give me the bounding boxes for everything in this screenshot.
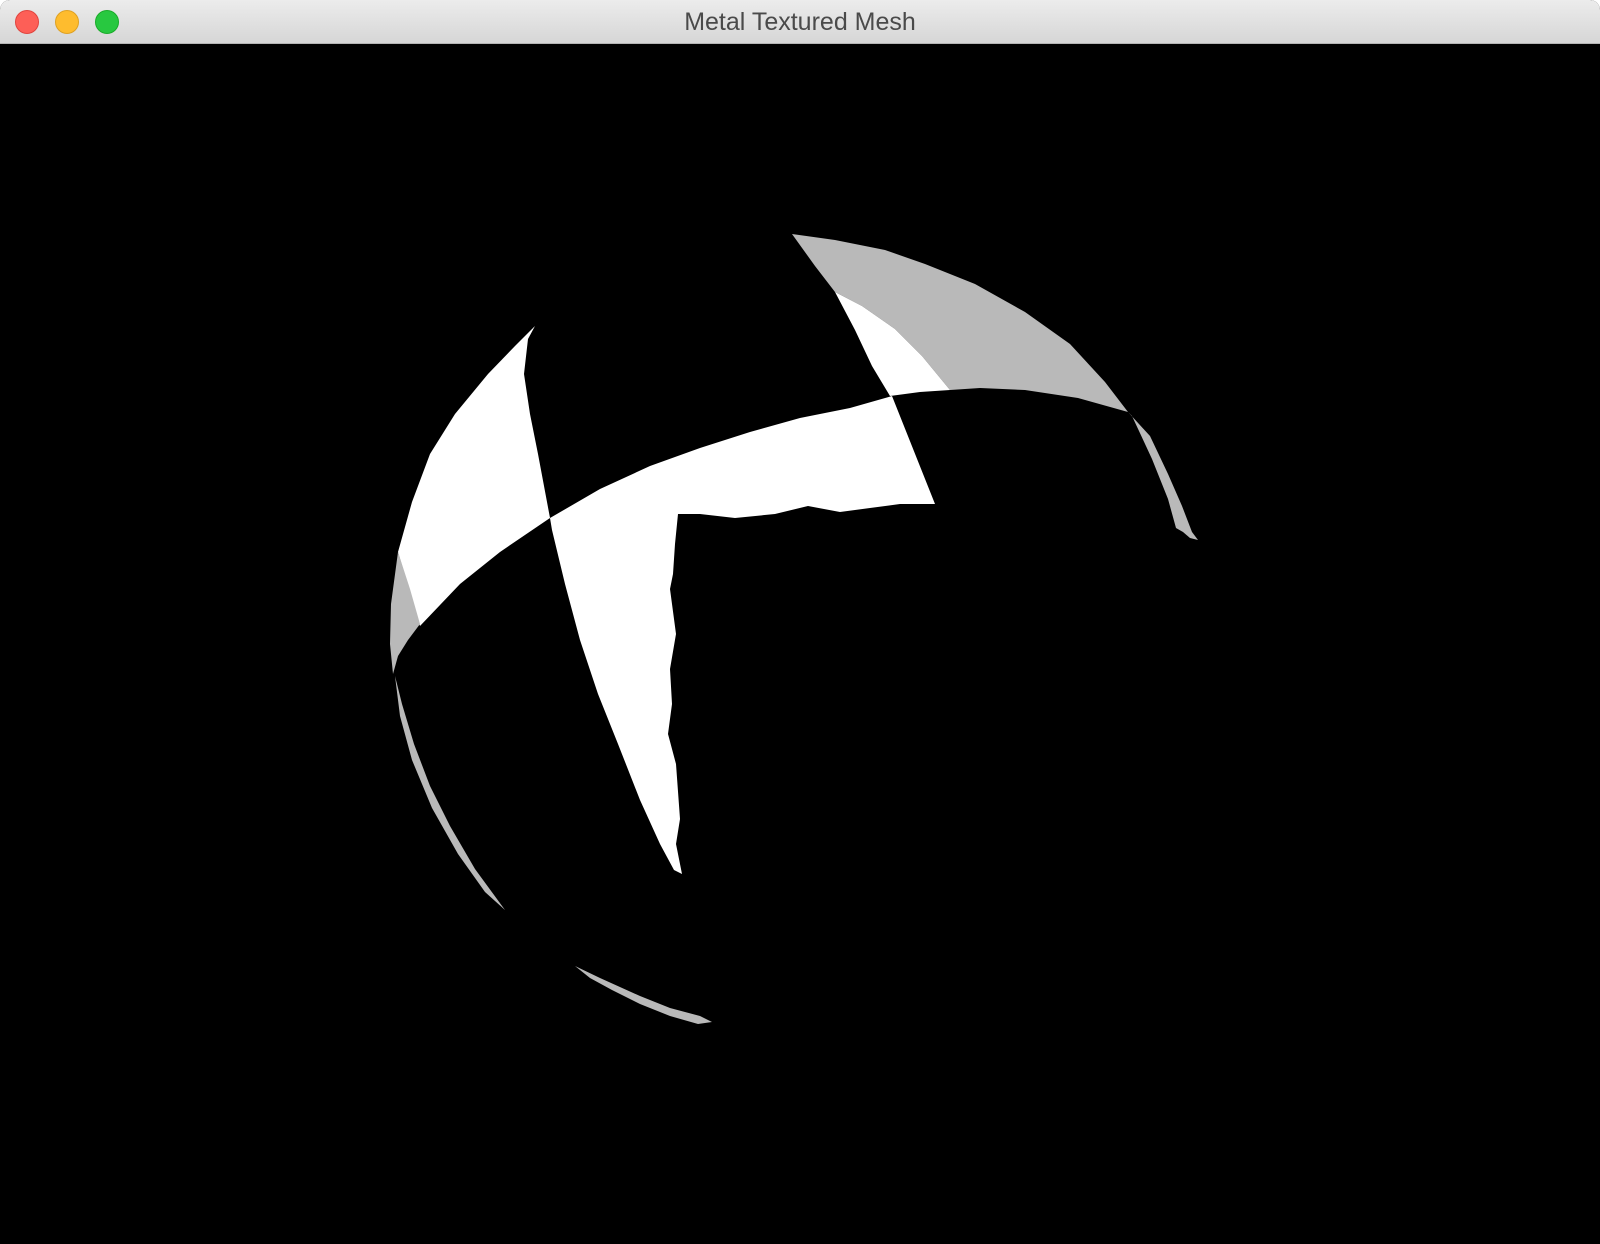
metal-render-view[interactable] bbox=[0, 44, 1600, 1244]
mesh-gray-sliver-bottom-left bbox=[395, 676, 505, 910]
mesh-white-patch-left bbox=[398, 326, 550, 626]
window-title: Metal Textured Mesh bbox=[684, 8, 916, 36]
textured-sphere-render bbox=[390, 234, 1198, 1024]
title-bar[interactable]: Metal Textured Mesh bbox=[0, 0, 1600, 44]
app-window: Metal Textured Mesh bbox=[0, 0, 1600, 1244]
mesh-white-band-center bbox=[550, 396, 935, 874]
mesh-gray-sliver-right bbox=[1128, 412, 1198, 540]
mesh-gray-patch-top bbox=[792, 234, 1128, 412]
mesh-gray-fragment-bottom bbox=[575, 966, 712, 1024]
